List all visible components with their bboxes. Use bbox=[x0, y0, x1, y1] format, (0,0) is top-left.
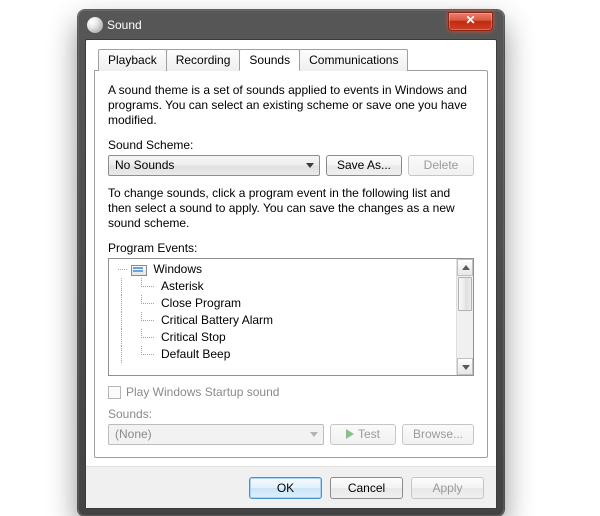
program-events-list[interactable]: Windows Asterisk Close Program Critical … bbox=[108, 258, 474, 376]
tab-playback[interactable]: Playback bbox=[98, 49, 167, 71]
tree-root-windows[interactable]: Windows bbox=[113, 261, 456, 278]
apply-button: Apply bbox=[411, 477, 484, 499]
window-title: Sound bbox=[107, 18, 142, 32]
delete-button: Delete bbox=[408, 155, 474, 176]
sound-scheme-value: No Sounds bbox=[115, 158, 174, 172]
sound-scheme-combo[interactable]: No Sounds bbox=[108, 155, 320, 176]
tab-communications[interactable]: Communications bbox=[299, 49, 408, 71]
event-label: Critical Battery Alarm bbox=[161, 313, 273, 327]
titlebar[interactable]: Sound ✕ bbox=[85, 17, 497, 34]
event-item[interactable]: Default Beep bbox=[113, 346, 456, 363]
client-area: PlaybackRecordingSoundsCommunications A … bbox=[85, 39, 497, 509]
startup-sound-label: Play Windows Startup sound bbox=[126, 385, 279, 399]
tree-line bbox=[118, 269, 127, 270]
sound-icon bbox=[87, 17, 103, 33]
sounds-label: Sounds: bbox=[108, 407, 474, 421]
event-item[interactable]: Asterisk bbox=[113, 278, 456, 295]
tab-sounds[interactable]: Sounds bbox=[239, 49, 300, 71]
event-label: Close Program bbox=[161, 296, 241, 310]
sound-dialog: Sound ✕ PlaybackRecordingSoundsCommunica… bbox=[78, 10, 504, 516]
test-button: Test bbox=[330, 424, 396, 445]
checkbox-icon bbox=[108, 386, 121, 399]
chevron-down-icon bbox=[310, 432, 318, 437]
intro-text: A sound theme is a set of sounds applied… bbox=[108, 83, 474, 128]
event-item[interactable]: Critical Stop bbox=[113, 329, 456, 346]
footer: OK Cancel Apply bbox=[86, 466, 496, 508]
event-label: Default Beep bbox=[161, 347, 230, 361]
browse-button: Browse... bbox=[402, 424, 474, 445]
scheme-label: Sound Scheme: bbox=[108, 138, 474, 152]
scroll-up-button[interactable] bbox=[457, 259, 473, 276]
ok-button[interactable]: OK bbox=[249, 477, 322, 499]
events-intro: To change sounds, click a program event … bbox=[108, 186, 474, 231]
tab-body: A sound theme is a set of sounds applied… bbox=[94, 70, 488, 458]
scroll-down-button[interactable] bbox=[457, 358, 473, 375]
close-icon: ✕ bbox=[465, 13, 475, 27]
event-label: Critical Stop bbox=[161, 330, 226, 344]
scroll-thumb[interactable] bbox=[458, 277, 472, 311]
chevron-up-icon bbox=[462, 265, 470, 270]
chevron-down-icon bbox=[462, 365, 470, 370]
list-inner: Windows Asterisk Close Program Critical … bbox=[109, 259, 456, 375]
sounds-combo: (None) bbox=[108, 424, 324, 445]
tabstrip: PlaybackRecordingSoundsCommunications bbox=[98, 48, 488, 70]
play-icon bbox=[346, 429, 354, 439]
events-label: Program Events: bbox=[108, 241, 474, 255]
sounds-value: (None) bbox=[115, 427, 152, 441]
event-label: Asterisk bbox=[161, 279, 204, 293]
event-item[interactable]: Close Program bbox=[113, 295, 456, 312]
windows-icon bbox=[131, 263, 147, 275]
save-as-button[interactable]: Save As... bbox=[326, 155, 402, 176]
test-label: Test bbox=[358, 427, 380, 441]
close-button[interactable]: ✕ bbox=[448, 12, 493, 31]
tree-root-label: Windows bbox=[153, 262, 202, 276]
cancel-button[interactable]: Cancel bbox=[330, 477, 403, 499]
event-item[interactable]: Critical Battery Alarm bbox=[113, 312, 456, 329]
startup-sound-checkbox: Play Windows Startup sound bbox=[108, 385, 474, 399]
scrollbar[interactable] bbox=[456, 259, 473, 375]
chevron-down-icon bbox=[306, 163, 314, 168]
tab-recording[interactable]: Recording bbox=[166, 49, 241, 71]
